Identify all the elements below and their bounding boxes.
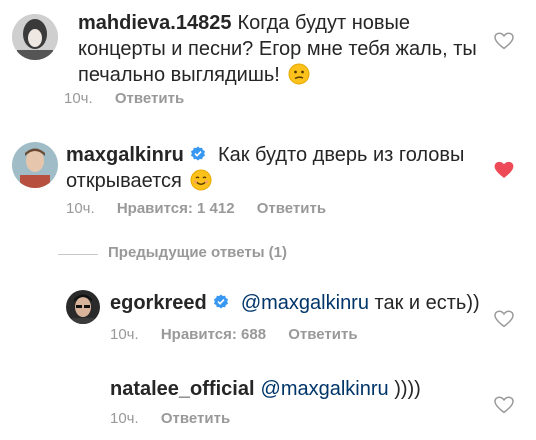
reply-button[interactable]: Ответить bbox=[161, 410, 230, 427]
heart-outline-icon[interactable] bbox=[494, 310, 514, 328]
mention-link[interactable]: @maxgalkinru bbox=[241, 292, 369, 314]
username-link[interactable]: maxgalkinru bbox=[66, 144, 212, 166]
reply-button[interactable]: Ответить bbox=[257, 200, 326, 217]
avatar[interactable] bbox=[12, 14, 58, 60]
divider-line bbox=[58, 254, 98, 255]
reply-text: egorkreed @maxgalkinru так и есть)) bbox=[110, 290, 490, 316]
comment-text: maxgalkinru Как будто дверь из головы от… bbox=[66, 142, 466, 194]
smiling-face-icon bbox=[190, 169, 212, 191]
verified-badge-icon bbox=[214, 294, 229, 309]
likes-count[interactable]: Нравится: 688 bbox=[161, 326, 266, 343]
comment-item: mahdieva.14825 Когда будут новые концерты… bbox=[0, 0, 536, 120]
reply-body: так и есть)) bbox=[374, 292, 480, 314]
reply-text: natalee_official @maxgalkinru )))) bbox=[110, 376, 490, 402]
comment-meta: 10ч. Нравится: 1 412 Ответить bbox=[66, 200, 344, 217]
comment-item: maxgalkinru Как будто дверь из головы от… bbox=[0, 130, 536, 230]
username-link[interactable]: egorkreed bbox=[110, 292, 235, 314]
avatar[interactable] bbox=[12, 142, 58, 188]
heart-filled-icon[interactable] bbox=[494, 161, 514, 179]
heart-outline-icon[interactable] bbox=[494, 396, 514, 414]
likes-count[interactable]: Нравится: 1 412 bbox=[117, 200, 235, 217]
timestamp: 10ч. bbox=[110, 326, 139, 343]
username-link[interactable]: mahdieva.14825 bbox=[78, 12, 231, 34]
avatar[interactable] bbox=[66, 290, 100, 324]
timestamp: 10ч. bbox=[110, 410, 139, 427]
reply-body: )))) bbox=[394, 378, 421, 400]
verified-badge-icon bbox=[191, 146, 206, 161]
previous-replies-button[interactable]: Предыдущие ответы (1) bbox=[108, 244, 287, 261]
heart-outline-icon[interactable] bbox=[494, 32, 514, 50]
confused-face-icon bbox=[288, 63, 310, 85]
username-link[interactable]: natalee_official bbox=[110, 378, 255, 400]
reply-button[interactable]: Ответить bbox=[288, 326, 357, 343]
reply-meta: 10ч. Ответить bbox=[110, 410, 248, 427]
reply-meta: 10ч. Нравится: 688 Ответить bbox=[110, 326, 376, 343]
mention-link[interactable]: @maxgalkinru bbox=[261, 378, 389, 400]
timestamp: 10ч. bbox=[66, 200, 95, 217]
comment-meta: 10ч. Ответить bbox=[64, 90, 202, 107]
comment-text: mahdieva.14825 Когда будут новые концерты… bbox=[78, 10, 478, 88]
timestamp: 10ч. bbox=[64, 90, 93, 107]
reply-item: egorkreed @maxgalkinru так и есть)) 10ч.… bbox=[0, 282, 536, 352]
reply-item: natalee_official @maxgalkinru )))) 10ч. О… bbox=[0, 370, 536, 440]
reply-button[interactable]: Ответить bbox=[115, 90, 184, 107]
